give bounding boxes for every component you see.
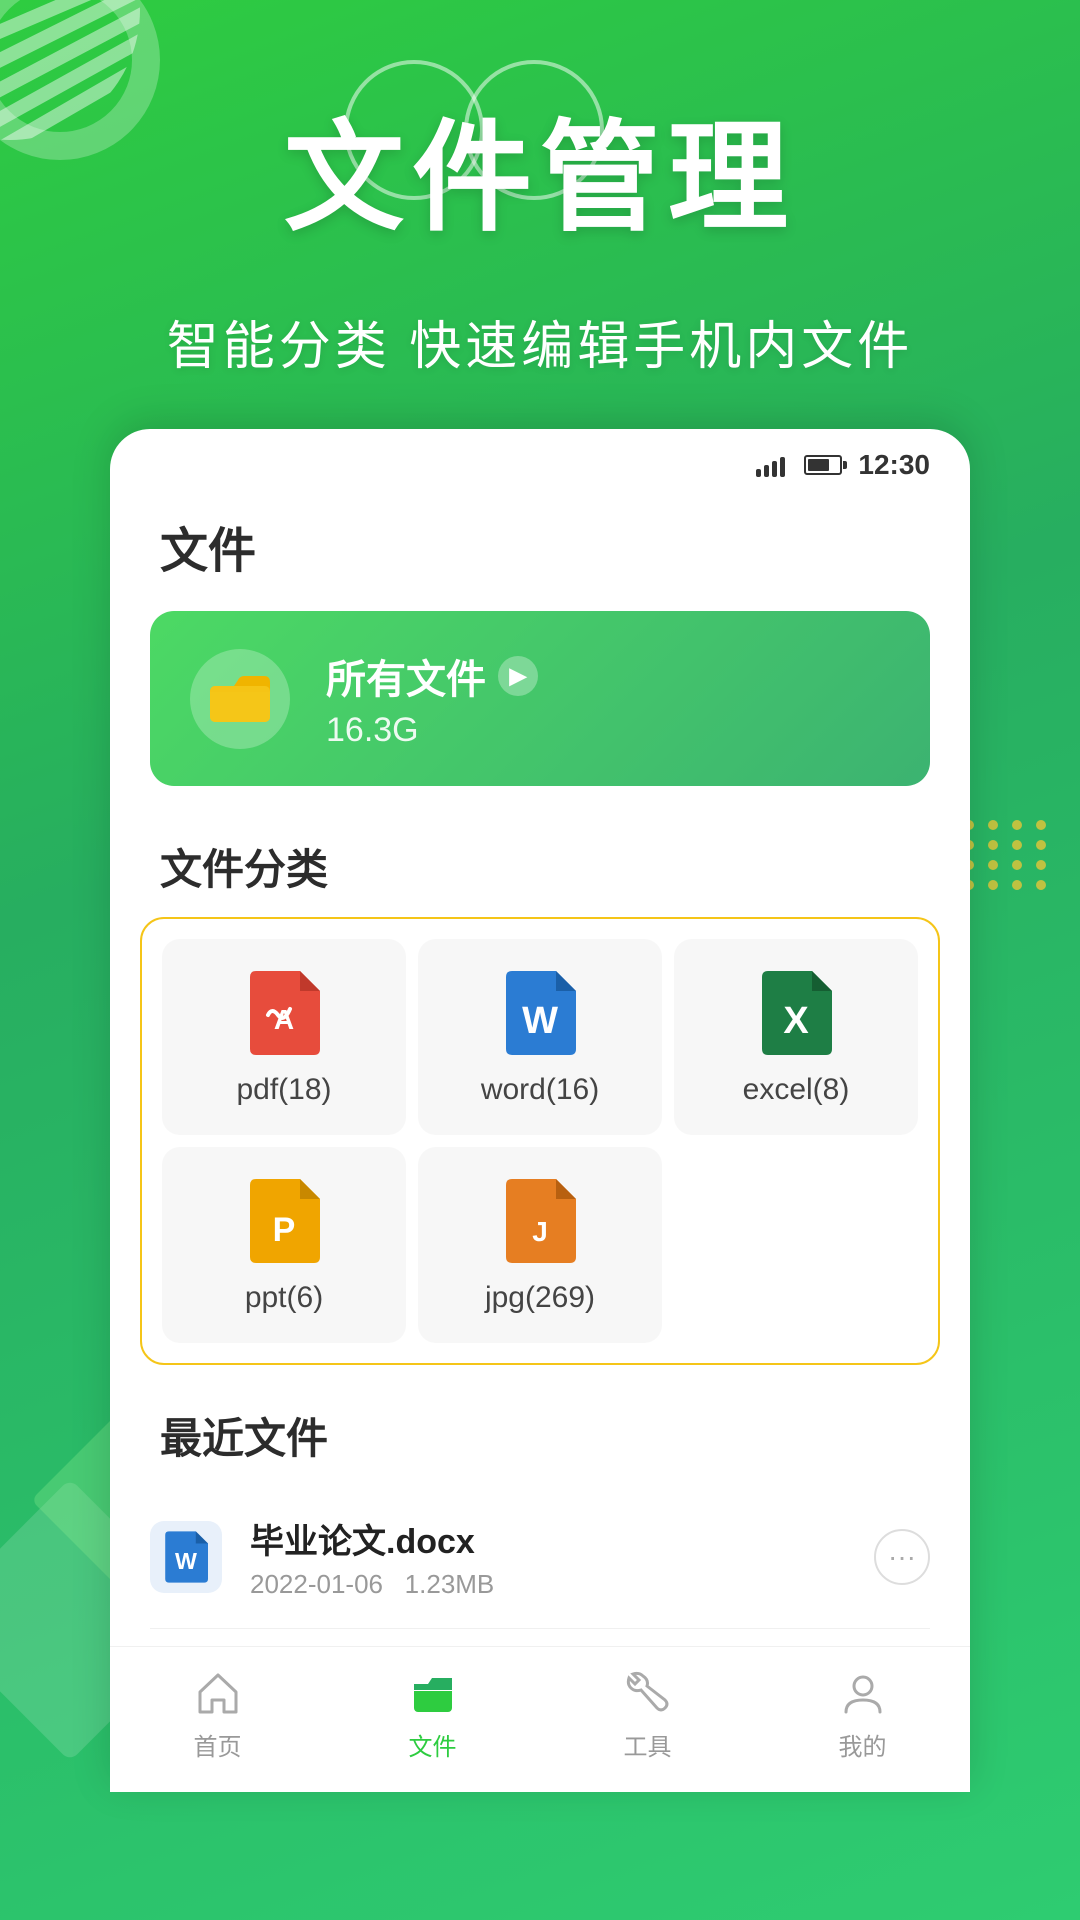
bottom-nav: 首页 文件 工具 [110, 1646, 970, 1792]
title-decoration: 文件管理 [284, 80, 796, 254]
folder-icon [210, 674, 270, 724]
docx-file-icon-small: W [150, 1521, 222, 1593]
header: 文件管理 智能分类 快速编辑手机内文件 [0, 0, 1080, 379]
tools-icon [622, 1667, 674, 1719]
file-info-1: 毕业论文.docx 2022-01-06 1.23MB [250, 1514, 846, 1600]
files-nav-icon [407, 1667, 459, 1719]
category-item-pdf[interactable]: A pdf(18) [162, 939, 406, 1135]
word-label: word(16) [481, 1073, 599, 1107]
file-name-1: 毕业论文.docx [250, 1514, 846, 1563]
mine-nav-label: 我的 [839, 1727, 887, 1762]
status-bar: 12:30 [110, 429, 970, 491]
excel-file-icon: X [760, 971, 832, 1055]
all-files-info: 所有文件 ▶ 16.3G [326, 647, 890, 750]
svg-text:W: W [522, 1000, 558, 1042]
all-files-card[interactable]: 所有文件 ▶ 16.3G [150, 611, 930, 786]
ppt-label: ppt(6) [245, 1281, 323, 1315]
pdf-label: pdf(18) [236, 1073, 331, 1107]
svg-text:W: W [175, 1548, 197, 1574]
all-files-size: 16.3G [326, 711, 890, 750]
nav-item-home[interactable]: 首页 [158, 1667, 278, 1762]
recent-section-title: 最近文件 [110, 1395, 970, 1486]
recent-file-item-1[interactable]: W 毕业论文.docx 2022-01-06 1.23MB ··· [150, 1486, 930, 1629]
jpg-file-icon: J [504, 1179, 576, 1263]
signal-icon [756, 453, 788, 477]
excel-label: excel(8) [743, 1073, 850, 1107]
word-file-icon: W [504, 971, 576, 1055]
category-grid: A pdf(18) W word(16) X [162, 939, 918, 1343]
home-icon [192, 1667, 244, 1719]
nav-item-mine[interactable]: 我的 [803, 1667, 923, 1762]
jpg-label: jpg(269) [485, 1281, 595, 1315]
ppt-file-icon: P [248, 1179, 320, 1263]
category-grid-wrap: A pdf(18) W word(16) X [140, 917, 940, 1365]
battery-icon [804, 455, 842, 475]
app-subtitle: 智能分类 快速编辑手机内文件 [0, 304, 1080, 379]
category-section-title: 文件分类 [110, 826, 970, 917]
phone-mock: 12:30 文件 所有文件 ▶ 16.3G 文件分类 [110, 429, 970, 1792]
more-button-1[interactable]: ··· [874, 1529, 930, 1585]
pdf-file-icon: A [248, 971, 320, 1055]
category-item-ppt[interactable]: P ppt(6) [162, 1147, 406, 1343]
files-section-title: 文件 [110, 491, 970, 611]
mine-icon [837, 1667, 889, 1719]
files-nav-label: 文件 [409, 1727, 457, 1762]
all-files-name: 所有文件 ▶ [326, 647, 890, 705]
file-meta-1: 2022-01-06 1.23MB [250, 1569, 846, 1600]
category-item-excel[interactable]: X excel(8) [674, 939, 918, 1135]
arrow-icon: ▶ [498, 656, 538, 696]
category-item-jpg[interactable]: J jpg(269) [418, 1147, 662, 1343]
docx-icon: W [164, 1531, 208, 1583]
folder-icon-wrap [190, 649, 290, 749]
app-title: 文件管理 [284, 80, 796, 254]
svg-text:X: X [783, 1000, 809, 1042]
status-time: 12:30 [858, 449, 930, 481]
nav-item-files[interactable]: 文件 [373, 1667, 493, 1762]
category-item-word[interactable]: W word(16) [418, 939, 662, 1135]
svg-text:P: P [273, 1211, 296, 1249]
tools-nav-label: 工具 [624, 1727, 672, 1762]
svg-text:J: J [532, 1216, 548, 1247]
home-nav-label: 首页 [194, 1727, 242, 1762]
nav-item-tools[interactable]: 工具 [588, 1667, 708, 1762]
